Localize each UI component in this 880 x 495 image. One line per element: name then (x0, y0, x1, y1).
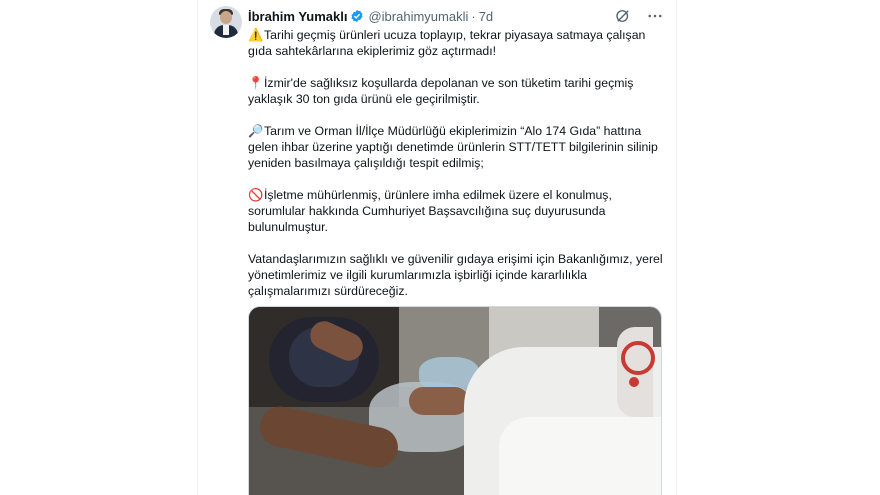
media-logo-ring (621, 341, 655, 375)
paragraph-text: Tarihi geçmiş ürünleri ucuza toplayıp, t… (248, 28, 646, 58)
tweet-card[interactable]: İbrahim Yumaklı @ibrahimyumakli · 7d ⚠️T… (197, 0, 677, 495)
tweet-paragraph: ⚠️Tarihi geçmiş ürünleri ucuza toplayıp,… (248, 27, 663, 59)
tweet-paragraph: Vatandaşlarımızın sağlıklı ve güvenilir … (248, 251, 663, 299)
paragraph-text: Tarım ve Orman İl/İlçe Müdürlüğü ekipler… (248, 124, 658, 170)
tweet-paragraph: 🚫İşletme mühürlenmiş, ürünlere imha edil… (248, 187, 663, 235)
media-white-sleeve (499, 417, 661, 495)
tweet-paragraph: 🔎Tarım ve Orman İl/İlçe Müdürlüğü ekiple… (248, 123, 663, 171)
avatar-shirt (223, 25, 229, 35)
paragraph-text: İzmir'de sağlıksız koşullarda depolanan … (248, 76, 634, 106)
tweet-time[interactable]: 7d (479, 9, 493, 24)
media-logo-dot (629, 377, 639, 387)
author-handle[interactable]: @ibrahimyumakli (368, 9, 468, 24)
avatar-face (220, 11, 232, 24)
paragraph-text: İşletme mühürlenmiş, ürünlere imha edilm… (248, 188, 612, 234)
separator: · (471, 8, 476, 24)
prohibited-icon: 🚫 (248, 188, 264, 202)
author-name[interactable]: İbrahim Yumaklı (248, 9, 347, 24)
grok-icon[interactable] (614, 7, 632, 28)
magnifier-icon: 🔎 (248, 124, 264, 138)
tweet-paragraph: 📍İzmir'de sağlıksız koşullarda depolanan… (248, 75, 663, 107)
author-avatar[interactable] (210, 6, 242, 38)
verified-badge-icon[interactable] (350, 9, 364, 23)
header-actions (614, 7, 664, 28)
paragraph-text: Vatandaşlarımızın sağlıklı ve güvenilir … (248, 252, 663, 298)
media-hand (409, 387, 469, 415)
more-icon[interactable] (646, 7, 664, 28)
tweet-header: İbrahim Yumaklı @ibrahimyumakli · 7d (248, 7, 664, 25)
pin-icon: 📍 (248, 76, 264, 90)
warning-icon: ⚠️ (248, 28, 264, 42)
tweet-body: ⚠️Tarihi geçmiş ürünleri ucuza toplayıp,… (248, 27, 663, 315)
tweet-media-video[interactable] (248, 306, 662, 495)
